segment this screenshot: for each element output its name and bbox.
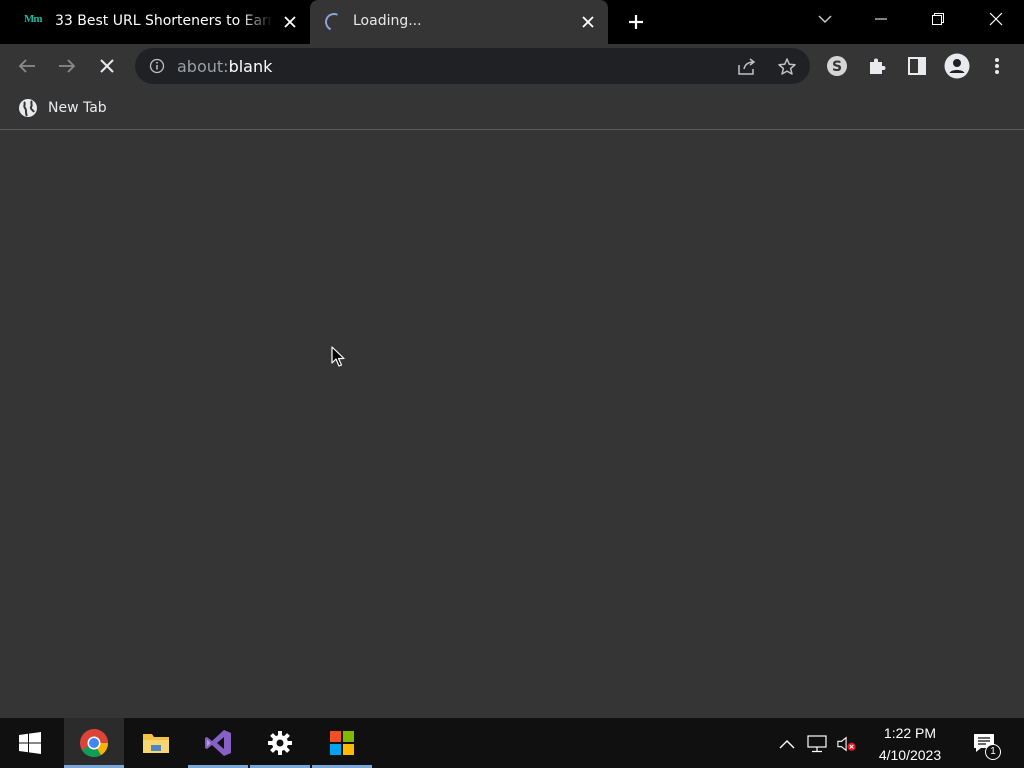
taskbar-chrome[interactable] bbox=[64, 718, 124, 768]
extensions-button[interactable] bbox=[863, 52, 891, 80]
stop-icon bbox=[100, 59, 114, 73]
bookmark-star-button[interactable] bbox=[776, 56, 798, 78]
tab-search-button[interactable] bbox=[808, 5, 842, 33]
tab-loading[interactable]: Loading... bbox=[310, 0, 608, 44]
browser-titlebar: Mm 33 Best URL Shorteners to Earn Money … bbox=[0, 0, 1024, 44]
close-icon[interactable] bbox=[280, 12, 300, 32]
puzzle-icon bbox=[870, 58, 886, 74]
new-tab-button[interactable] bbox=[624, 10, 648, 34]
arrow-left-icon bbox=[18, 59, 35, 73]
s-extension-icon: S bbox=[827, 56, 847, 76]
loading-spinner-icon bbox=[322, 10, 346, 34]
share-button[interactable] bbox=[736, 56, 758, 78]
tab-title: Loading... bbox=[353, 13, 422, 29]
network-button[interactable] bbox=[807, 734, 827, 754]
windows-logo-icon bbox=[19, 732, 41, 754]
stop-loading-button[interactable] bbox=[93, 52, 121, 80]
clock-time: 1:22 PM bbox=[883, 725, 937, 741]
address-scheme: about: bbox=[177, 57, 229, 76]
address-host: blank bbox=[228, 57, 273, 76]
mouse-cursor-icon bbox=[331, 346, 345, 367]
taskbar-file-explorer[interactable] bbox=[126, 718, 186, 768]
bookmarks-bar: New Tab bbox=[0, 88, 1024, 130]
visual-studio-icon bbox=[205, 730, 231, 756]
folder-icon bbox=[143, 734, 169, 753]
close-icon[interactable] bbox=[578, 12, 598, 32]
bookmark-label: New Tab bbox=[48, 100, 107, 116]
network-icon bbox=[807, 735, 827, 753]
close-window-button[interactable] bbox=[979, 5, 1013, 33]
show-hidden-icons-button[interactable] bbox=[777, 734, 797, 754]
minimize-icon bbox=[875, 18, 887, 20]
windows-taskbar: 1:22 PM 4/10/2023 1 bbox=[0, 718, 1024, 768]
minimize-button[interactable] bbox=[864, 5, 898, 33]
plus-icon bbox=[629, 15, 643, 29]
browser-toolbar: about:blank S bbox=[0, 44, 1024, 88]
taskbar-visual-studio[interactable] bbox=[188, 718, 248, 768]
menu-button[interactable] bbox=[983, 52, 1011, 80]
volume-button[interactable] bbox=[837, 734, 857, 754]
bookmark-new-tab[interactable]: New Tab bbox=[18, 97, 107, 119]
address-text[interactable]: about:blank bbox=[177, 57, 272, 76]
gear-icon bbox=[268, 731, 292, 755]
taskbar-settings[interactable] bbox=[250, 718, 310, 768]
back-button[interactable] bbox=[13, 52, 41, 80]
taskbar-microsoft-store[interactable] bbox=[312, 718, 372, 768]
more-vert-icon bbox=[995, 58, 999, 74]
restore-button[interactable] bbox=[921, 5, 955, 33]
star-icon bbox=[778, 58, 796, 75]
system-clock[interactable]: 1:22 PM 4/10/2023 bbox=[860, 722, 960, 766]
avatar-icon bbox=[944, 53, 970, 79]
page-content[interactable] bbox=[0, 130, 1024, 718]
arrow-right-icon bbox=[59, 59, 76, 73]
forward-button[interactable] bbox=[53, 52, 81, 80]
chevron-up-icon bbox=[779, 740, 795, 749]
info-icon[interactable] bbox=[149, 58, 165, 74]
clock-date: 4/10/2023 bbox=[878, 747, 942, 763]
share-icon bbox=[738, 58, 756, 75]
side-panel-button[interactable] bbox=[903, 52, 931, 80]
tab-favicon: Mm bbox=[24, 13, 43, 25]
tab-title: 33 Best URL Shorteners to Earn Money bbox=[55, 13, 273, 29]
side-panel-icon bbox=[908, 57, 926, 75]
notification-count-badge: 1 bbox=[985, 744, 1001, 760]
volume-muted-icon bbox=[837, 736, 856, 752]
globe-icon bbox=[19, 99, 37, 117]
restore-icon bbox=[932, 13, 944, 25]
chevron-down-icon bbox=[818, 15, 832, 23]
extension-s-button[interactable]: S bbox=[823, 52, 851, 80]
start-button[interactable] bbox=[0, 718, 60, 768]
tab-url-shorteners[interactable]: Mm 33 Best URL Shorteners to Earn Money bbox=[0, 0, 310, 44]
close-icon bbox=[989, 12, 1003, 26]
address-bar[interactable]: about:blank bbox=[135, 48, 810, 84]
chrome-icon bbox=[80, 729, 108, 757]
svg-text:S: S bbox=[832, 59, 842, 75]
profile-button[interactable] bbox=[943, 52, 971, 80]
microsoft-store-icon bbox=[330, 731, 354, 755]
